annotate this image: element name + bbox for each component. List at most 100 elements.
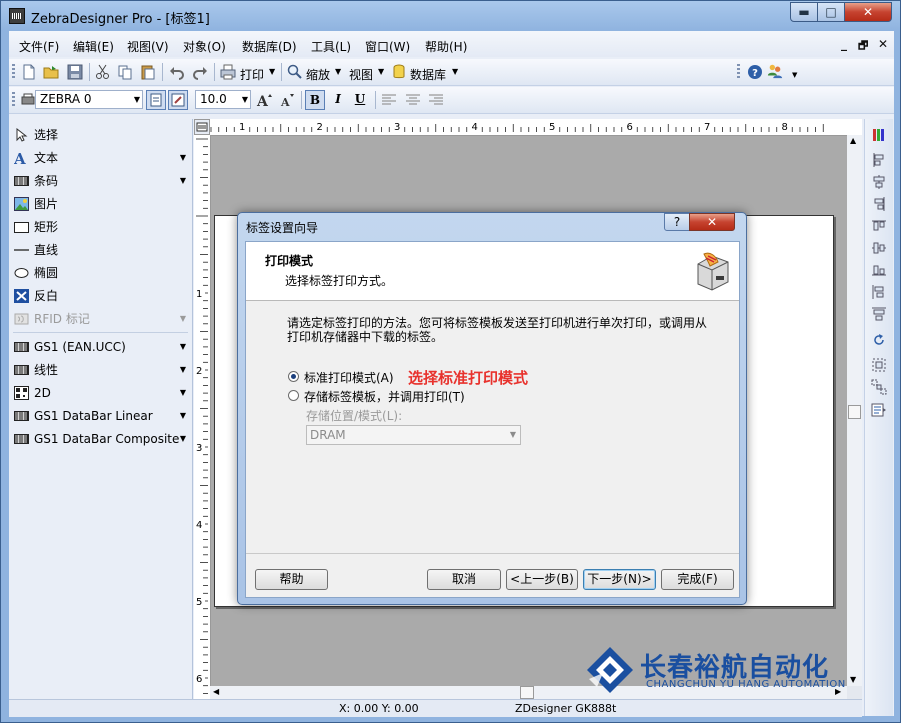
chevron-down-icon[interactable]: ▼ [180, 383, 186, 403]
scroll-left-arrow[interactable]: ◀ [213, 687, 219, 696]
align-top-edges-icon[interactable] [871, 218, 887, 234]
object-properties-icon[interactable] [871, 402, 887, 418]
help-button[interactable]: 帮助 [255, 569, 328, 590]
palette-item-gs1-databar-composite[interactable]: GS1 DataBar Composite ▼ [13, 429, 188, 449]
paste-icon[interactable] [140, 64, 156, 80]
finish-button[interactable]: 完成(F) [661, 569, 734, 590]
database-button[interactable]: 数据库 [410, 66, 446, 83]
close-button[interactable]: ✕ [844, 2, 892, 22]
ungroup-icon[interactable] [871, 379, 887, 395]
print-dropdown-arrow[interactable]: ▼ [269, 67, 275, 76]
group-icon[interactable] [871, 357, 887, 373]
toolbar-grip[interactable] [737, 64, 740, 80]
database-icon[interactable] [391, 64, 407, 80]
menu-file[interactable]: 文件(F) [19, 38, 59, 55]
standard-print-mode-radio[interactable] [288, 371, 299, 382]
database-dropdown-arrow[interactable]: ▼ [452, 67, 458, 76]
palette-item-gs1-databar-linear[interactable]: GS1 DataBar Linear ▼ [13, 406, 188, 426]
store-template-radio[interactable] [288, 390, 299, 401]
rotate-icon[interactable] [871, 332, 887, 348]
menu-view[interactable]: 视图(V) [127, 38, 169, 55]
horizontal-scroll-thumb[interactable] [520, 686, 534, 699]
palette-item-inverse[interactable]: 反白 [13, 286, 188, 306]
maximize-button[interactable]: □ [817, 2, 845, 22]
open-folder-icon[interactable] [43, 64, 59, 80]
cancel-button[interactable]: 取消 [427, 569, 501, 590]
back-button[interactable]: <上一步(B) [506, 569, 578, 590]
mdi-minimize-button[interactable]: _ [841, 37, 847, 51]
new-document-icon[interactable] [21, 64, 37, 80]
center-vertically-icon[interactable] [871, 306, 887, 322]
help-icon[interactable]: ? [747, 64, 763, 80]
chevron-down-icon[interactable]: ▼ [180, 171, 186, 191]
chevron-down-icon[interactable]: ▼ [180, 429, 186, 449]
palette-item-select[interactable]: 选择 [13, 125, 188, 145]
decrease-font-icon[interactable]: A [279, 92, 295, 108]
color-pencils-icon[interactable] [871, 127, 887, 143]
redo-icon[interactable] [192, 64, 208, 80]
align-center-icon[interactable] [405, 92, 421, 108]
store-template-label[interactable]: 存储标签模板，并调用打印(T) [304, 388, 465, 405]
zoom-icon[interactable] [287, 64, 303, 80]
chevron-down-icon[interactable]: ▼ [180, 406, 186, 426]
printer-select[interactable]: ZEBRA 0 ▼ [35, 90, 143, 109]
align-right-edges-icon[interactable] [871, 196, 887, 212]
chevron-down-icon[interactable]: ▼ [180, 309, 186, 329]
palette-item-2d[interactable]: 2D ▼ [13, 383, 188, 403]
undo-icon[interactable] [169, 64, 185, 80]
palette-item-gs1[interactable]: GS1 (EAN.UCC) ▼ [13, 337, 188, 357]
next-button[interactable]: 下一步(N)> [583, 569, 656, 590]
print-button[interactable]: 打印 [240, 66, 264, 83]
palette-item-linear[interactable]: 线性 ▼ [13, 360, 188, 380]
palette-item-barcode[interactable]: 条码 ▼ [13, 171, 188, 191]
align-right-icon[interactable] [428, 92, 444, 108]
palette-item-rectangle[interactable]: 矩形 [13, 217, 188, 237]
view-dropdown-arrow[interactable]: ▼ [378, 67, 384, 76]
palette-item-line[interactable]: 直线 [13, 240, 188, 260]
font-size-select[interactable]: 10.0 ▼ [195, 90, 251, 109]
save-icon[interactable] [67, 64, 83, 80]
palette-item-ellipse[interactable]: 椭圆 [13, 263, 188, 283]
toolbar-grip[interactable] [12, 64, 15, 80]
users-icon[interactable] [767, 63, 783, 79]
menu-window[interactable]: 窗口(W) [365, 38, 410, 55]
align-horizontal-center-icon[interactable] [871, 174, 887, 190]
palette-item-rfid[interactable]: RFID 标记 ▼ [13, 309, 188, 329]
align-left-icon[interactable] [381, 92, 397, 108]
zoom-dropdown-arrow[interactable]: ▼ [335, 67, 341, 76]
palette-item-text[interactable]: A 文本 ▼ [13, 148, 188, 168]
minimize-button[interactable]: ▬ [790, 2, 818, 22]
menu-object[interactable]: 对象(O) [183, 38, 226, 55]
toolbar-grip[interactable] [12, 92, 15, 108]
dialog-close-button[interactable]: ✕ [689, 213, 735, 231]
align-left-edges-icon[interactable] [871, 152, 887, 168]
zoom-button[interactable]: 缩放 [306, 66, 330, 83]
menu-edit[interactable]: 编辑(E) [73, 38, 114, 55]
printer-settings-button[interactable] [146, 90, 166, 110]
menu-help[interactable]: 帮助(H) [425, 38, 467, 55]
toolbar-overflow-arrow[interactable]: ▼ [792, 71, 797, 79]
align-vertical-center-icon[interactable] [871, 240, 887, 256]
vertical-scrollbar[interactable]: ▲ ▼ [847, 135, 862, 686]
mdi-restore-button[interactable]: 🗗 [858, 37, 868, 56]
menu-database[interactable]: 数据库(D) [242, 38, 297, 55]
center-horizontally-icon[interactable] [871, 284, 887, 300]
increase-font-icon[interactable]: A [256, 92, 272, 108]
menu-tools[interactable]: 工具(L) [311, 38, 351, 55]
standard-print-mode-label[interactable]: 标准打印模式(A) [304, 369, 394, 386]
copy-icon[interactable] [117, 64, 133, 80]
printer-icon[interactable] [220, 64, 236, 80]
scroll-up-arrow[interactable]: ▲ [850, 136, 856, 145]
view-button[interactable]: 视图 [349, 66, 373, 83]
chevron-down-icon[interactable]: ▼ [180, 337, 186, 357]
label-properties-button[interactable] [168, 90, 188, 110]
bold-button[interactable]: B [305, 90, 325, 110]
palette-item-image[interactable]: 图片 [13, 194, 188, 214]
underline-button[interactable]: U [350, 90, 370, 110]
chevron-down-icon[interactable]: ▼ [180, 360, 186, 380]
dialog-help-button[interactable]: ? [664, 213, 690, 231]
align-bottom-edges-icon[interactable] [871, 262, 887, 278]
title-bar[interactable]: ZebraDesigner Pro - [标签1] ▬ □ ✕ [1, 1, 900, 31]
vertical-scroll-thumb[interactable] [848, 405, 861, 419]
cut-icon[interactable] [95, 64, 111, 80]
